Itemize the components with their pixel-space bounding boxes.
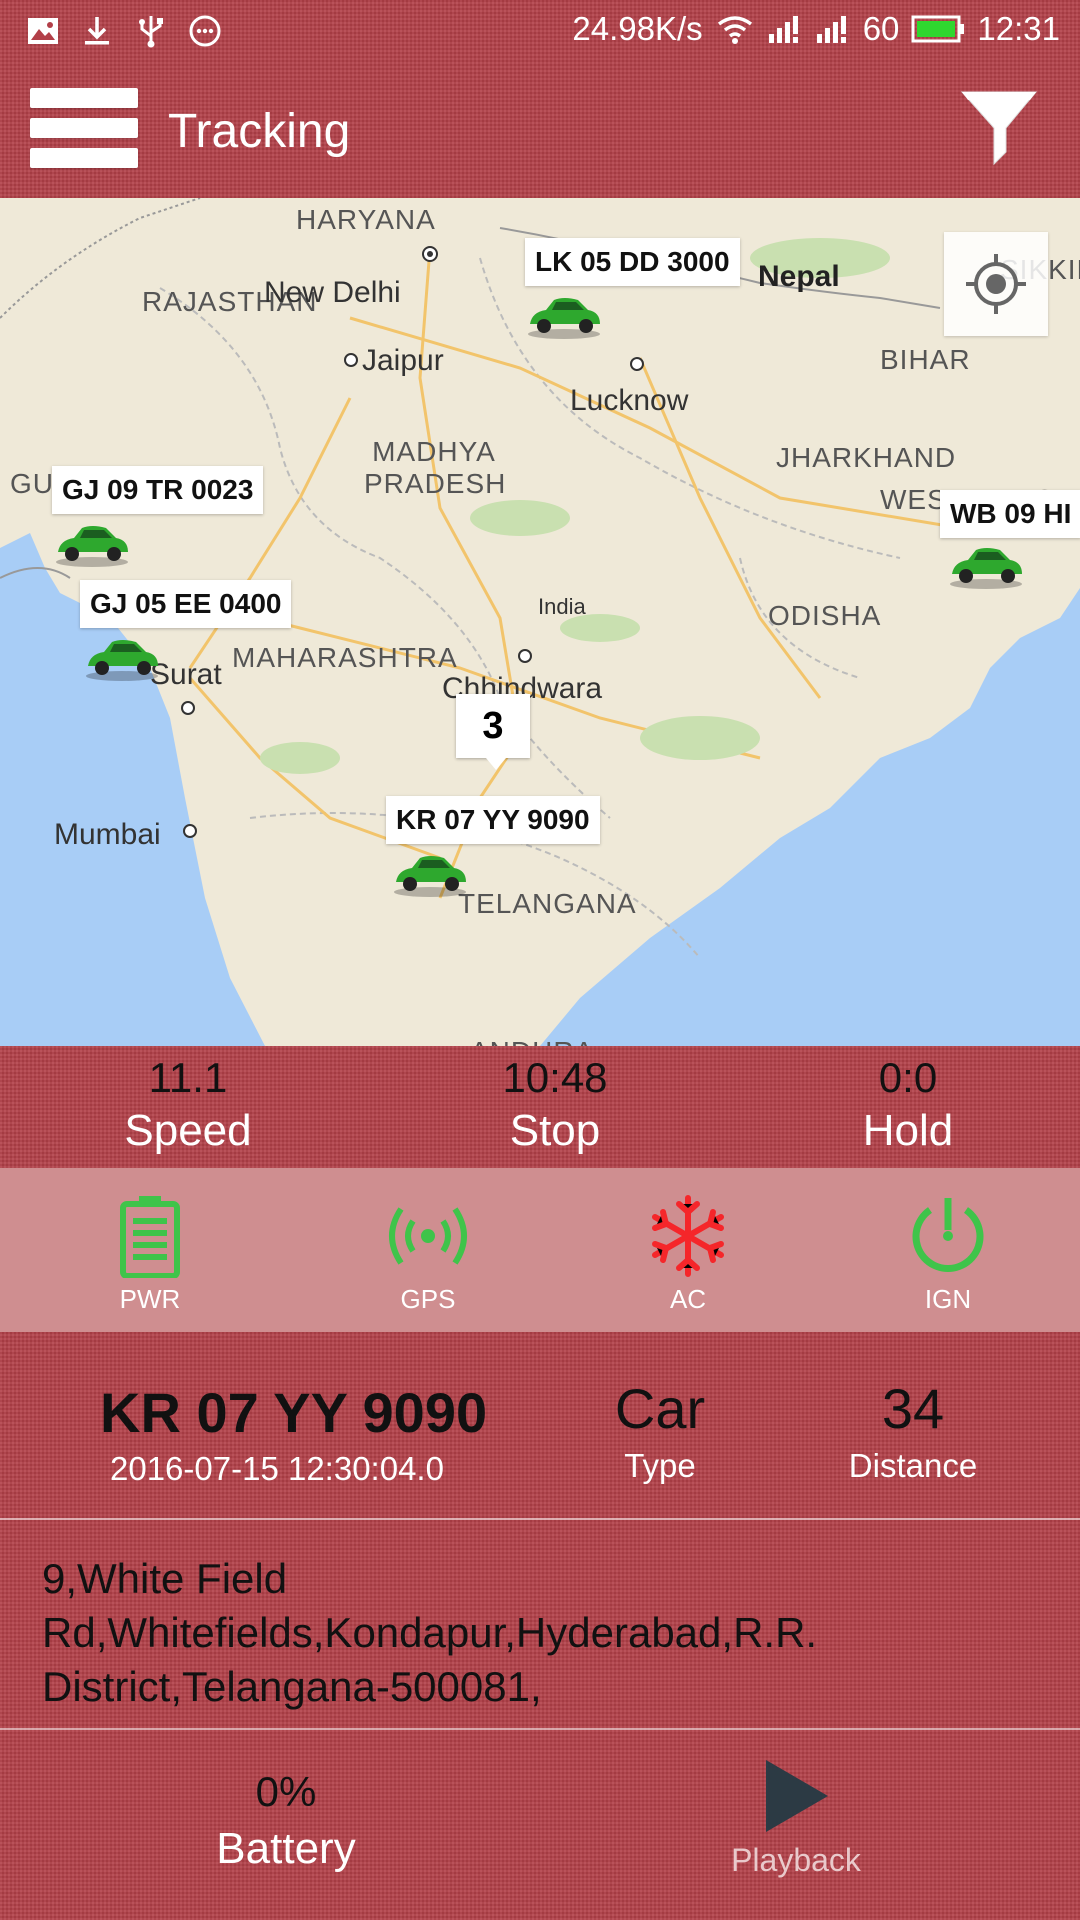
- vehicle-distance: 34 Distance: [793, 1376, 1033, 1485]
- vehicle-plate: KR 07 YY 9090: [100, 1381, 488, 1444]
- map-region-label: TELANGANA: [458, 888, 637, 919]
- playback-label: Playback: [731, 1842, 861, 1878]
- car-marker-icon[interactable]: [82, 632, 162, 682]
- sensor-status-bar: PWR GPS AC IGN: [0, 1168, 1080, 1332]
- map-region-label: MAHARASHTRA: [232, 642, 458, 673]
- map-region-label: ANDHRA: [470, 1036, 594, 1046]
- vehicle-plate-label[interactable]: GJ 05 EE 0400: [80, 580, 292, 628]
- snowflake-icon: [652, 1195, 724, 1277]
- vehicle-timestamp: 2016-07-15 12:30:04.0: [110, 1450, 444, 1487]
- speed-value: 11.1: [148, 1054, 228, 1101]
- map-city-label: India: [538, 594, 586, 619]
- map-city-label: Jaipur: [362, 344, 444, 377]
- sensor-pwr-label: PWR: [119, 1284, 181, 1314]
- map-view[interactable]: HARYANA RAJASTHAN MADHYA PRADESH BIHAR J…: [0, 198, 1080, 1046]
- map-region-label: HARYANA: [296, 204, 436, 235]
- usb-icon: [139, 16, 163, 48]
- vehicle-plate-label[interactable]: GJ 09 TR 0023: [52, 466, 264, 514]
- crosshair-icon: [966, 254, 1026, 314]
- map-city-label: Mumbai: [54, 818, 161, 851]
- distance-value: 34: [881, 1377, 945, 1440]
- network-speed: 24.98K/s: [572, 10, 703, 47]
- image-icon: [28, 18, 58, 44]
- car-marker-icon[interactable]: [946, 540, 1026, 590]
- sensor-ign: IGN: [868, 1194, 1028, 1315]
- map-country-label: Nepal: [758, 260, 840, 293]
- signal-icon: [768, 16, 798, 43]
- battery-icon: [911, 15, 965, 43]
- car-marker-icon[interactable]: [390, 848, 470, 898]
- stop-value: 10:48: [502, 1054, 608, 1101]
- vehicle-cluster-marker[interactable]: 3: [456, 694, 530, 770]
- hold-value: 0:0: [878, 1054, 938, 1101]
- vehicle-info: KR 07 YY 9090 2016-07-15 12:30:04.0 Car …: [0, 1332, 1080, 1520]
- page-title: Tracking: [168, 105, 351, 158]
- menu-icon-bar: [30, 118, 138, 138]
- sensor-ac: AC: [608, 1194, 768, 1315]
- sensor-ac-label: AC: [669, 1284, 707, 1314]
- menu-icon: [30, 88, 138, 108]
- vehicle-type: Car Type: [540, 1376, 780, 1485]
- vehicle-plate-label[interactable]: KR 07 YY 9090: [386, 796, 600, 844]
- vehicle-type-value: Car: [614, 1377, 706, 1440]
- footer-bar: 0% Battery Playback: [0, 1730, 1080, 1920]
- gps-signal-icon: [389, 1207, 467, 1265]
- map-region-label: JHARKHAND: [776, 442, 957, 473]
- power-battery-icon: [120, 1196, 180, 1278]
- map-region-label: BIHAR: [880, 344, 971, 375]
- stat-hold: 0:0 Hold: [758, 1054, 1058, 1156]
- download-icon: [85, 17, 109, 45]
- menu-icon-bar: [30, 148, 138, 168]
- wifi-icon: [717, 16, 752, 44]
- playback-button[interactable]: Playback: [716, 1758, 876, 1879]
- menu-button[interactable]: [30, 88, 138, 176]
- signal-icon: [816, 16, 846, 43]
- battery-level: 60: [862, 10, 900, 47]
- stop-label: Stop: [509, 1106, 601, 1155]
- distance-label: Distance: [848, 1447, 978, 1484]
- hold-label: Hold: [862, 1106, 954, 1155]
- vehicle-plate-label[interactable]: LK 05 DD 3000: [525, 238, 740, 286]
- my-location-button[interactable]: [944, 232, 1048, 336]
- stats-bar: 11.1 Speed 10:48 Stop 0:0 Hold: [0, 1046, 1080, 1168]
- filter-icon[interactable]: [960, 88, 1038, 172]
- more-icon: [189, 15, 221, 47]
- sensor-gps-label: GPS: [400, 1284, 456, 1314]
- battery-value: 0%: [255, 1768, 317, 1815]
- status-bar: 24.98K/s 60 12:31: [0, 0, 1080, 66]
- car-marker-icon[interactable]: [524, 290, 604, 340]
- map-region-label: ODISHA: [768, 600, 882, 631]
- vehicle-battery: 0% Battery: [186, 1768, 386, 1874]
- map-city-label: Lucknow: [570, 384, 689, 417]
- vehicle-plate-label[interactable]: WB 09 HI: [940, 490, 1080, 538]
- clock: 12:31: [977, 10, 1060, 47]
- ignition-power-icon: [912, 1198, 984, 1272]
- sensor-gps: GPS: [348, 1194, 508, 1315]
- address-panel: 9,White Field Rd,Whitefields,Kondapur,Hy…: [0, 1520, 1080, 1730]
- map-city-label: New Delhi: [264, 276, 401, 309]
- battery-label: Battery: [216, 1824, 356, 1873]
- speed-label: Speed: [124, 1106, 252, 1155]
- vehicle-type-label: Type: [624, 1447, 696, 1484]
- vehicle-address: 9,White Field Rd,Whitefields,Kondapur,Hy…: [42, 1555, 818, 1710]
- stat-stop: 10:48 Stop: [405, 1054, 705, 1156]
- app-bar: Tracking: [0, 66, 1080, 198]
- stat-speed: 11.1 Speed: [38, 1054, 338, 1156]
- sensor-ign-label: IGN: [924, 1284, 972, 1314]
- play-icon: [766, 1760, 828, 1832]
- car-marker-icon[interactable]: [52, 518, 132, 568]
- sensor-pwr: PWR: [70, 1194, 230, 1315]
- map-region-label: MADHYA PRADESH: [364, 436, 507, 499]
